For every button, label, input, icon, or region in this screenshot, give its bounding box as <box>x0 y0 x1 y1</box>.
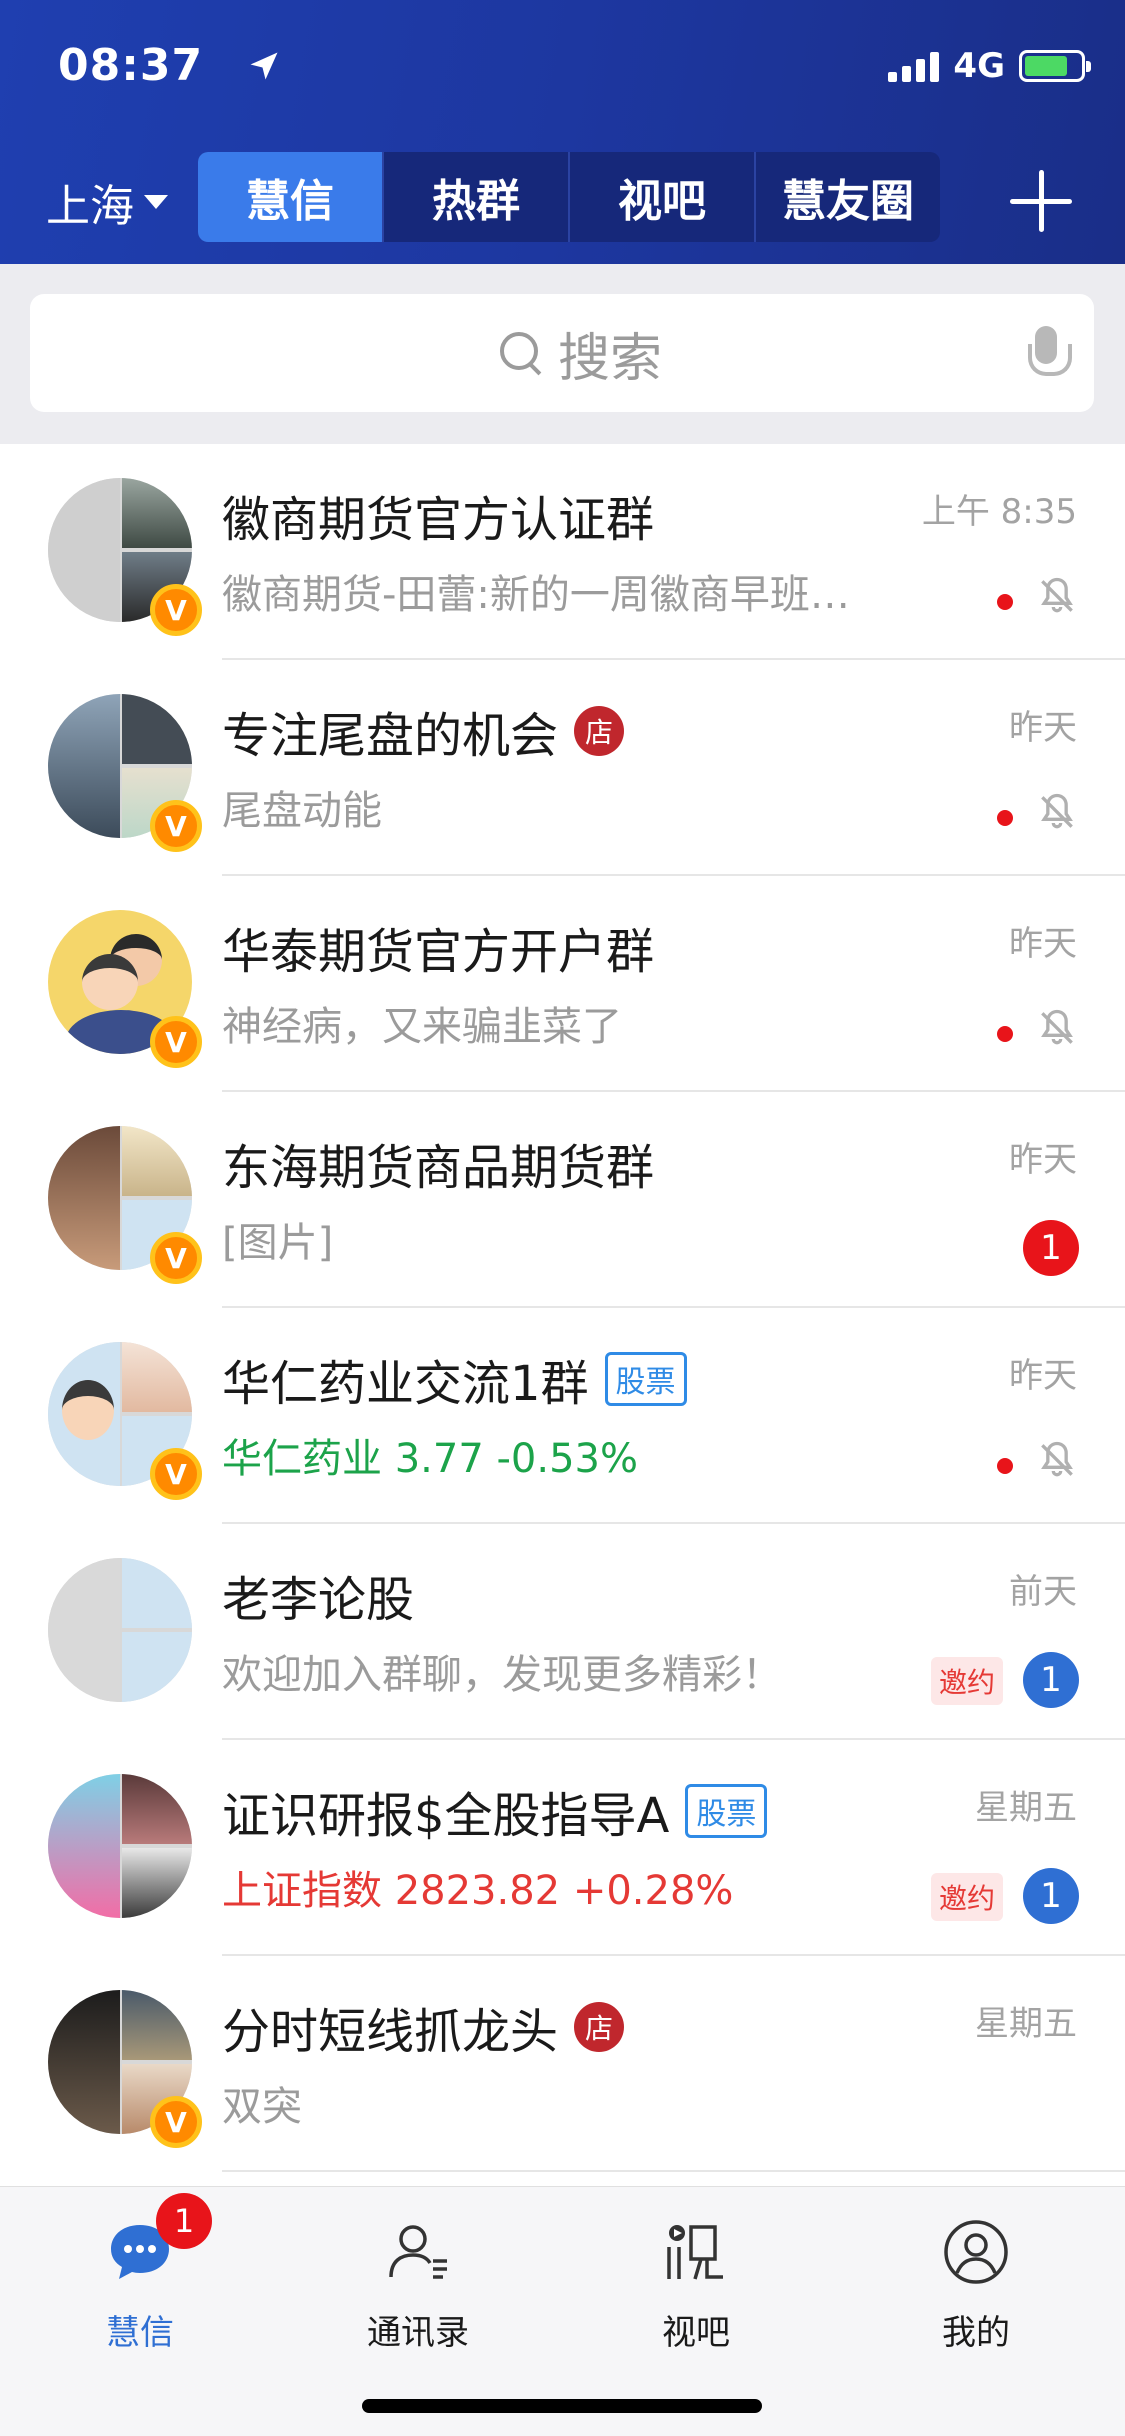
stock-tag: 股票 <box>604 1352 687 1406</box>
chat-preview: 上证指数 2823.82 +0.28% <box>222 1868 734 1914</box>
muted-bell-icon <box>1041 577 1073 613</box>
chat-time: 星期五 <box>975 1788 1077 1828</box>
unread-count-badge: 1 <box>1023 1220 1079 1276</box>
chat-time: 昨天 <box>1009 1140 1077 1180</box>
microphone-icon[interactable] <box>1026 326 1072 382</box>
chat-row[interactable]: V 华泰期货官方开户群 神经病，又来骗韭菜了 昨天 <box>0 876 1125 1092</box>
signal-icon <box>888 50 940 82</box>
tabbar-badge: 1 <box>156 2193 212 2249</box>
chat-preview: 华仁药业 3.77 -0.53% <box>222 1436 638 1482</box>
chat-name: 证识研报$全股指导A <box>222 1788 670 1844</box>
city-label: 上海 <box>46 181 134 232</box>
chat-list: V 徽商期货官方认证群 徽商期货-田蕾:新的一周徽商早班… 上午 8:35 V … <box>0 444 1125 2172</box>
add-plus-icon[interactable] <box>1010 170 1072 232</box>
chat-preview: 尾盘动能 <box>222 788 382 834</box>
chat-time: 前天 <box>1009 1572 1077 1612</box>
profile-icon <box>944 2220 1008 2284</box>
muted-bell-icon <box>1041 793 1073 829</box>
chat-name: 华仁药业交流1群 <box>222 1356 589 1412</box>
tabbar-label: 视吧 <box>662 2313 730 2353</box>
tabbar-label: 慧信 <box>106 2313 174 2353</box>
tabbar-item-shiba[interactable]: 视吧 <box>606 2217 786 2354</box>
tab-shiba[interactable]: 视吧 <box>570 152 756 242</box>
verified-badge-icon: V <box>150 1448 202 1500</box>
group-avatar <box>48 1774 192 1918</box>
chat-row[interactable]: V 分时短线抓龙头 店 双突 星期五 <box>0 1956 1125 2172</box>
verified-badge-icon: V <box>150 584 202 636</box>
contacts-icon <box>389 2225 447 2279</box>
chat-name: 分时短线抓龙头 <box>222 2004 559 2060</box>
status-time: 08:37 <box>58 40 204 91</box>
battery-icon <box>1019 50 1091 82</box>
status-bar: 08:37 4G <box>58 40 1091 100</box>
group-avatar <box>48 1558 192 1702</box>
unread-count-badge: 1 <box>1023 1868 1079 1924</box>
chat-row[interactable]: V 徽商期货官方认证群 徽商期货-田蕾:新的一周徽商早班… 上午 8:35 <box>0 444 1125 660</box>
shop-badge: 店 <box>574 706 625 756</box>
chat-preview: 双突 <box>222 2084 302 2130</box>
home-indicator <box>362 2399 762 2413</box>
unread-dot <box>997 1458 1013 1474</box>
location-arrow-icon <box>250 52 278 80</box>
shop-badge: 店 <box>574 2002 625 2052</box>
chat-name: 专注尾盘的机会 <box>222 708 559 764</box>
search-area: 搜索 <box>0 264 1125 444</box>
tabbar-item-mine[interactable]: 我的 <box>886 2217 1066 2354</box>
tabbar-item-contacts[interactable]: 通讯录 <box>328 2217 508 2354</box>
unread-dot <box>997 594 1013 610</box>
top-tabs: 慧信 热群 视吧 慧友圈 <box>198 152 940 242</box>
verified-badge-icon: V <box>150 2096 202 2148</box>
muted-bell-icon <box>1041 1441 1073 1477</box>
tab-huiyouquan[interactable]: 慧友圈 <box>756 152 940 242</box>
chat-time: 星期五 <box>975 2004 1077 2044</box>
bottom-tab-bar: 慧信 1 通讯录 视吧 我的 <box>0 2186 1125 2436</box>
search-input[interactable]: 搜索 <box>30 294 1094 412</box>
chat-row[interactable]: V 华仁药业交流1群 股票 华仁药业 3.77 -0.53% 昨天 <box>0 1308 1125 1524</box>
search-placeholder: 搜索 <box>558 328 663 389</box>
tabbar-label: 通讯录 <box>367 2313 469 2353</box>
stock-tag: 股票 <box>685 1784 768 1838</box>
tab-requn[interactable]: 热群 <box>384 152 570 242</box>
chat-row[interactable]: 证识研报$全股指导A 股票 上证指数 2823.82 +0.28% 星期五 邀约… <box>0 1740 1125 1956</box>
chat-preview: 徽商期货-田蕾:新的一周徽商早班… <box>222 572 850 618</box>
chat-row[interactable]: V 专注尾盘的机会 店 尾盘动能 昨天 <box>0 660 1125 876</box>
chat-row[interactable]: V 东海期货商品期货群 [图片] 昨天 1 <box>0 1092 1125 1308</box>
chat-time: 昨天 <box>1009 708 1077 748</box>
verified-badge-icon: V <box>150 1016 202 1068</box>
chat-name: 老李论股 <box>222 1572 415 1628</box>
verified-badge-icon: V <box>150 800 202 852</box>
city-selector[interactable]: 上海 <box>46 170 168 234</box>
invite-tag: 邀约 <box>930 1873 1003 1921</box>
verified-badge-icon: V <box>150 1232 202 1284</box>
caret-down-icon <box>144 195 168 209</box>
chat-time: 上午 8:35 <box>921 492 1077 532</box>
app-header: 08:37 4G 上海 慧信 热群 视吧 慧友圈 <box>0 0 1125 264</box>
chat-preview: [图片] <box>222 1220 334 1266</box>
tabbar-label: 我的 <box>942 2313 1010 2353</box>
chat-time: 昨天 <box>1009 1356 1077 1396</box>
unread-dot <box>997 1026 1013 1042</box>
chat-name: 东海期货商品期货群 <box>222 1140 655 1196</box>
chat-name: 华泰期货官方开户群 <box>222 924 655 980</box>
muted-bell-icon <box>1041 1009 1073 1045</box>
chat-preview: 欢迎加入群聊，发现更多精彩！ <box>222 1652 782 1698</box>
network-type: 4G <box>953 46 1005 86</box>
unread-dot <box>997 810 1013 826</box>
invite-tag: 邀约 <box>930 1657 1003 1705</box>
chat-row[interactable]: 老李论股 欢迎加入群聊，发现更多精彩！ 前天 邀约 1 <box>0 1524 1125 1740</box>
unread-count-badge: 1 <box>1023 1652 1079 1708</box>
chat-time: 昨天 <box>1009 924 1077 964</box>
video-bar-icon <box>667 2225 723 2280</box>
chat-name: 徽商期货官方认证群 <box>222 492 655 548</box>
chat-preview: 神经病，又来骗韭菜了 <box>222 1004 622 1050</box>
search-icon <box>500 332 542 374</box>
tab-huixin[interactable]: 慧信 <box>198 152 384 242</box>
